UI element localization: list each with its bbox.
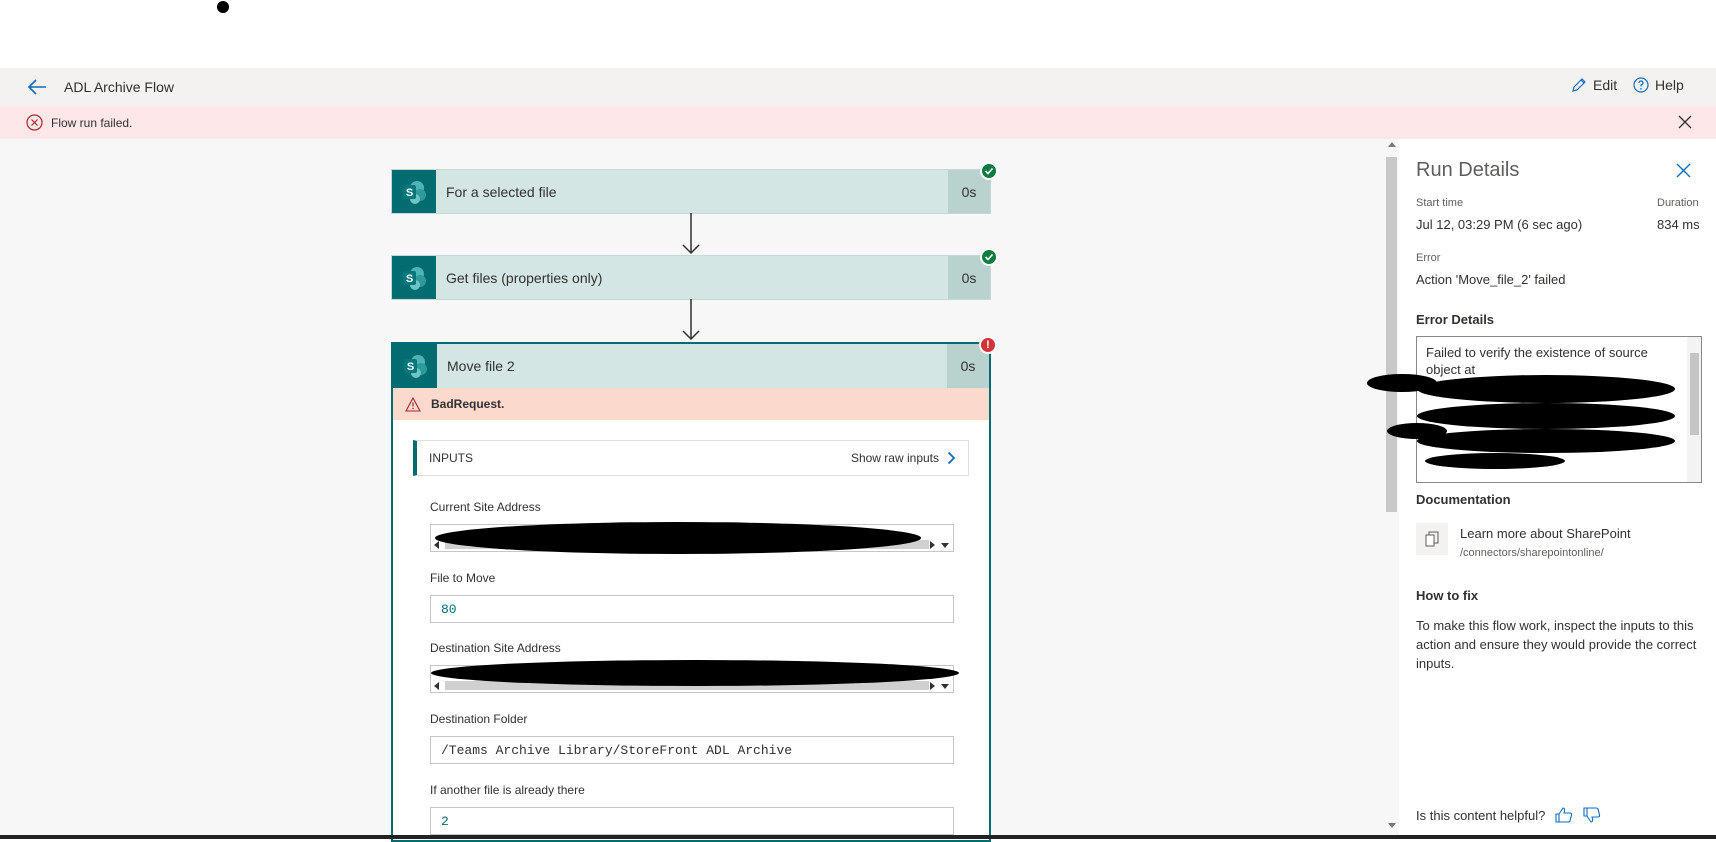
how-to-fix-text: To make this flow work, inspect the inpu… [1416, 618, 1697, 671]
redaction-mark [431, 660, 959, 686]
start-time-label: Start time [1416, 197, 1464, 209]
failed-step-card[interactable]: S Move file 2 0s ! BadRequest. INPUTS Sh… [391, 336, 997, 842]
redaction-mark [1417, 403, 1675, 429]
sharepoint-icon: S [393, 344, 437, 388]
scroll-right-icon[interactable] [930, 541, 935, 549]
flow-step-card[interactable]: S Get files (properties only) 0s [391, 248, 998, 300]
connector-arrow [682, 213, 700, 255]
field-label: Destination Folder [430, 712, 528, 726]
how-to-fix-heading: How to fix [1416, 588, 1479, 603]
redaction-mark [435, 522, 921, 554]
svg-text:S: S [406, 187, 413, 199]
thumbs-up-icon[interactable] [1555, 807, 1573, 823]
error-label: Error [1416, 252, 1441, 264]
flow-title: ADL Archive Flow [64, 79, 174, 95]
step-name: For a selected file [446, 183, 557, 200]
warning-icon [405, 396, 421, 412]
show-raw-inputs-label: Show raw inputs [850, 451, 939, 465]
redaction-mark [1425, 453, 1565, 469]
error-exclamation-icon: ! [979, 336, 997, 354]
scroll-left-icon[interactable] [434, 541, 439, 549]
field-label: Destination Site Address [430, 641, 561, 655]
error-banner: Flow run failed. [0, 106, 1716, 139]
redaction-mark [1417, 429, 1675, 453]
field-label: File to Move [430, 571, 496, 585]
panel-title: Run Details [1416, 159, 1520, 181]
error-details-heading: Error Details [1416, 312, 1495, 327]
destination-site-address-field[interactable] [430, 660, 959, 693]
redaction-mark [1387, 423, 1447, 439]
close-icon[interactable] [1678, 115, 1692, 129]
sharepoint-icon: S [392, 170, 436, 213]
destination-folder-field[interactable]: /Teams Archive Library/StoreFront ADL Ar… [430, 736, 954, 764]
scrollbar-thumb[interactable] [1386, 157, 1397, 512]
error-details-box[interactable]: Failed to verify the existence of source… [1416, 336, 1702, 483]
error-circle-icon [26, 114, 43, 131]
redaction-mark [1417, 375, 1675, 403]
success-check-icon [980, 162, 998, 180]
field-label: Current Site Address [430, 500, 541, 514]
scrollbar-thumb[interactable] [1690, 353, 1699, 435]
run-details-panel: Run Details Start time Jul 12, 03:29 PM … [1367, 139, 1716, 835]
documentation-path: /connectors/sharepointonline/ [1460, 547, 1604, 559]
start-time-value: Jul 12, 03:29 PM (6 sec ago) [1416, 217, 1583, 232]
canvas-scrollbar[interactable] [1384, 139, 1399, 835]
duration-value: 834 ms [1657, 217, 1700, 232]
top-bar: ADL Archive Flow Edit Help [0, 68, 1716, 106]
field-label: If another file is already there [430, 783, 585, 797]
current-site-address-field[interactable] [430, 522, 954, 554]
error-banner-text: Flow run failed. [51, 116, 133, 130]
bad-request-banner: BadRequest. [393, 388, 989, 420]
error-details-text: Failed to verify the existence of source… [1426, 345, 1648, 377]
pencil-icon [1572, 78, 1586, 92]
chevron-right-icon [947, 451, 956, 465]
show-raw-inputs-link[interactable]: Show raw inputs [851, 451, 956, 465]
document-copy-icon [1416, 523, 1448, 555]
svg-text:S: S [406, 273, 413, 285]
file-to-move-field[interactable]: 80 [430, 595, 954, 623]
error-details-scrollbar[interactable] [1687, 337, 1701, 482]
close-icon[interactable] [1676, 163, 1691, 178]
edit-button[interactable]: Edit [1571, 77, 1617, 93]
duration-label: Duration [1657, 197, 1699, 209]
step-name: Move file 2 [447, 358, 515, 374]
scroll-down-icon[interactable] [1388, 823, 1396, 828]
scroll-left-icon[interactable] [434, 682, 439, 690]
documentation-heading: Documentation [1416, 492, 1511, 507]
connector-arrow [682, 299, 700, 341]
redaction-mark [1367, 374, 1437, 392]
step-header[interactable]: S Move file 2 0s ! [393, 336, 997, 388]
help-icon [1633, 77, 1649, 93]
feedback-row: Is this content helpful? [1416, 807, 1601, 823]
cursor-dot [217, 1, 229, 13]
success-check-icon [980, 248, 998, 266]
documentation-link[interactable]: Learn more about SharePoint [1460, 526, 1631, 541]
svg-text:S: S [407, 361, 414, 373]
scroll-down-icon[interactable] [941, 684, 949, 689]
flow-step-card[interactable]: S For a selected file 0s [391, 162, 998, 214]
overwrite-option-field[interactable]: 2 [430, 807, 954, 835]
thumbs-down-icon[interactable] [1583, 807, 1601, 823]
edit-label: Edit [1593, 77, 1618, 93]
back-arrow-icon[interactable] [26, 77, 48, 97]
scroll-down-icon[interactable] [941, 543, 949, 548]
inputs-header: INPUTS Show raw inputs [413, 440, 969, 476]
help-button[interactable]: Help [1633, 77, 1684, 93]
bad-request-text: BadRequest. [431, 397, 505, 411]
inputs-label: INPUTS [429, 451, 474, 465]
scroll-up-icon[interactable] [1388, 142, 1396, 147]
help-label: Help [1655, 77, 1684, 93]
helpful-question: Is this content helpful? [1416, 807, 1546, 823]
step-name: Get files (properties only) [446, 269, 603, 286]
scroll-right-icon[interactable] [930, 682, 935, 690]
sharepoint-icon: S [392, 256, 436, 299]
bottom-edge [0, 835, 1716, 839]
error-value: Action 'Move_file_2' failed [1416, 272, 1566, 287]
